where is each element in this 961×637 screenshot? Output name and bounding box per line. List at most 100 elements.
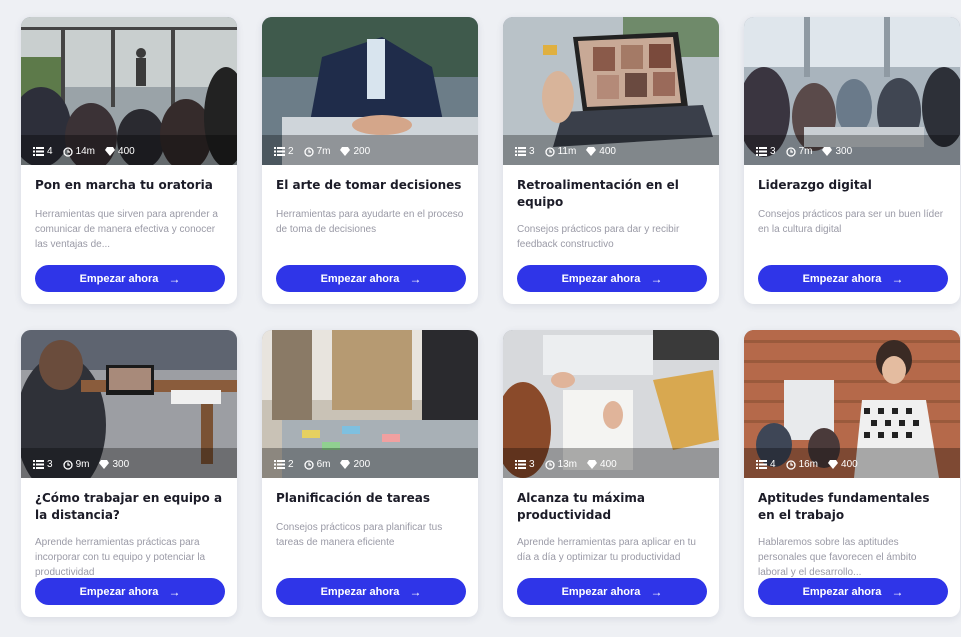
- course-title: Alcanza tu máxima productividad: [517, 491, 645, 522]
- list-icon: [33, 147, 44, 156]
- points: 400: [600, 459, 617, 470]
- diamond-icon: [340, 147, 351, 156]
- course-meta: 4 14m 400: [33, 146, 135, 157]
- lessons-count: 2: [288, 146, 294, 157]
- course-description: Consejos prácticos para planificar tus t…: [276, 522, 443, 548]
- course-image-equipo-distancia: 3 9m 300: [21, 330, 237, 478]
- list-icon: [33, 460, 44, 469]
- points: 400: [841, 459, 858, 470]
- course-meta: 3 7m 300: [756, 146, 852, 157]
- lessons-count: 4: [47, 146, 53, 157]
- course-image-oratoria: 4 14m 400: [21, 17, 237, 165]
- points: 200: [353, 459, 371, 470]
- course-description: Aprende herramientas para aplicar en tu …: [517, 537, 696, 563]
- arrow-right-icon: →: [650, 584, 663, 599]
- course-title: Aptitudes fundamentales en el trabajo: [758, 491, 930, 522]
- list-icon: [274, 147, 285, 156]
- arrow-right-icon: →: [409, 271, 422, 286]
- course-description: Consejos prácticos para ser un buen líde…: [758, 209, 944, 235]
- duration: 14m: [75, 146, 96, 157]
- course-title: El arte de tomar decisiones: [276, 178, 462, 192]
- course-title: Pon en marcha tu oratoria: [35, 178, 213, 192]
- course-description: Herramientas para ayudarte en el proceso…: [276, 209, 464, 235]
- course-card[interactable]: 2 7m 200 El arte de tomar decisiones Her…: [262, 17, 478, 304]
- start-now-button[interactable]: Empezar ahora →: [276, 578, 466, 605]
- button-label: Empezar ahora: [561, 585, 641, 598]
- duration: 6m: [316, 459, 331, 470]
- start-now-button[interactable]: Empezar ahora →: [35, 578, 225, 605]
- points: 300: [112, 459, 130, 470]
- list-icon: [515, 460, 526, 469]
- points: 400: [599, 146, 616, 157]
- course-card[interactable]: 4 14m 400 Pon en marcha tu oratoria Herr…: [21, 17, 237, 304]
- arrow-right-icon: →: [891, 271, 904, 286]
- button-label: Empezar ahora: [79, 585, 159, 598]
- clock-icon: [544, 146, 555, 157]
- start-now-button[interactable]: Empezar ahora →: [758, 265, 948, 292]
- course-card[interactable]: 2 6m 200 Planificación de tareas Consejo…: [262, 330, 478, 617]
- duration: 13m: [557, 459, 578, 470]
- course-title: Planificación de tareas: [276, 491, 430, 505]
- clock-icon: [785, 459, 796, 470]
- diamond-icon: [822, 147, 833, 156]
- duration: 16m: [798, 459, 819, 470]
- course-card[interactable]: 3 13m 400 Alcanza tu máxima productivida…: [503, 330, 719, 617]
- list-icon: [756, 147, 767, 156]
- course-meta: 3 9m 300: [33, 459, 129, 470]
- clock-icon: [785, 146, 796, 157]
- points: 300: [835, 146, 853, 157]
- course-image-liderazgo: 3 7m 300: [744, 17, 960, 165]
- points: 400: [118, 146, 135, 157]
- course-title: Liderazgo digital: [758, 178, 872, 192]
- course-meta: 2 7m 200: [274, 146, 370, 157]
- start-now-button[interactable]: Empezar ahora →: [35, 265, 225, 292]
- course-card[interactable]: 3 11m 400 Retroalimentación en el equipo…: [503, 17, 719, 304]
- button-label: Empezar ahora: [320, 272, 400, 285]
- course-meta: 2 6m 200: [274, 459, 370, 470]
- duration: 7m: [798, 146, 813, 157]
- points: 200: [353, 146, 371, 157]
- diamond-icon: [587, 460, 598, 469]
- arrow-right-icon: →: [409, 584, 422, 599]
- start-now-button[interactable]: Empezar ahora →: [276, 265, 466, 292]
- course-image-productividad: 3 13m 400: [503, 330, 719, 478]
- diamond-icon: [99, 460, 110, 469]
- button-label: Empezar ahora: [320, 585, 400, 598]
- course-grid: 4 14m 400 Pon en marcha tu oratoria Herr…: [0, 0, 961, 637]
- duration: 7m: [316, 146, 331, 157]
- lessons-count: 2: [288, 459, 294, 470]
- course-meta: 4 16m 400: [756, 459, 858, 470]
- course-card[interactable]: 4 16m 400 Aptitudes fundamentales en el …: [744, 330, 960, 617]
- clock-icon: [62, 146, 73, 157]
- button-label: Empezar ahora: [79, 272, 159, 285]
- course-card[interactable]: 3 9m 300 ¿Cómo trabajar en equipo a la d…: [21, 330, 237, 617]
- lessons-count: 3: [47, 459, 53, 470]
- button-label: Empezar ahora: [561, 272, 641, 285]
- course-meta: 3 13m 400: [515, 459, 617, 470]
- lessons-count: 3: [529, 459, 535, 470]
- arrow-right-icon: →: [650, 271, 663, 286]
- start-now-button[interactable]: Empezar ahora →: [517, 578, 707, 605]
- lessons-count: 3: [529, 146, 535, 157]
- course-card[interactable]: 3 7m 300 Liderazgo digital Consejos prác…: [744, 17, 960, 304]
- course-image-retroalimentacion: 3 11m 400: [503, 17, 719, 165]
- list-icon: [756, 460, 767, 469]
- clock-icon: [544, 459, 555, 470]
- clock-icon: [303, 146, 314, 157]
- course-title: Retroalimentación en el equipo: [517, 178, 679, 209]
- duration: 9m: [75, 459, 90, 470]
- diamond-icon: [105, 147, 116, 156]
- lessons-count: 3: [770, 146, 776, 157]
- start-now-button[interactable]: Empezar ahora →: [517, 265, 707, 292]
- arrow-right-icon: →: [891, 584, 904, 599]
- clock-icon: [62, 459, 73, 470]
- arrow-right-icon: →: [168, 584, 181, 599]
- start-now-button[interactable]: Empezar ahora →: [758, 578, 948, 605]
- course-meta: 3 11m 400: [515, 146, 616, 157]
- button-label: Empezar ahora: [802, 585, 882, 598]
- course-image-decisiones: 2 7m 200: [262, 17, 478, 165]
- button-label: Empezar ahora: [802, 272, 882, 285]
- course-description: Consejos prácticos para dar y recibir fe…: [517, 224, 680, 250]
- diamond-icon: [828, 460, 839, 469]
- duration: 11m: [557, 146, 577, 157]
